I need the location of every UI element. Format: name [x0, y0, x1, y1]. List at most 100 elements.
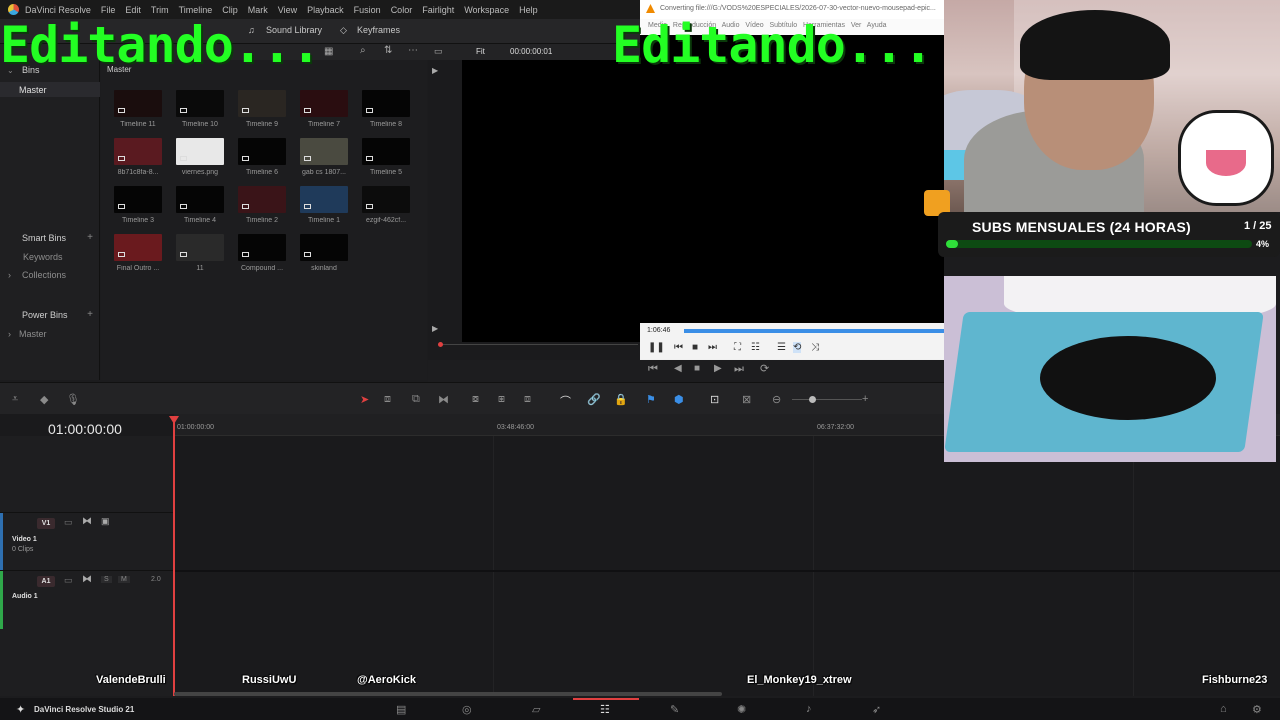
clip-thumbnail[interactable]	[238, 186, 286, 213]
menu-view[interactable]: View	[278, 5, 297, 15]
media-pool-clip[interactable]: Timeline 9	[230, 90, 294, 128]
media-pool-clip[interactable]: Timeline 4	[168, 186, 232, 224]
pause-icon[interactable]: ❚❚	[648, 342, 665, 353]
clip-thumbnail[interactable]	[176, 186, 224, 213]
trim-tool-icon[interactable]: ⧈	[384, 393, 391, 406]
zoom-fit-icon[interactable]: ⊡	[710, 393, 719, 406]
menu-file[interactable]: File	[101, 5, 116, 15]
keyframes-icon[interactable]: ◇	[340, 25, 347, 36]
vlc-seek-bar[interactable]	[684, 329, 944, 333]
clip-thumbnail[interactable]	[114, 138, 162, 165]
marker-icon[interactable]: ⬢	[674, 393, 684, 406]
v1-badge[interactable]: V1	[37, 518, 55, 529]
media-pool-clip[interactable]: gab cs 1807...	[292, 138, 356, 176]
lock-icon[interactable]: ▭	[64, 575, 73, 586]
stop-icon[interactable]: ■	[692, 342, 698, 353]
menu-trim[interactable]: Trim	[151, 5, 169, 15]
clip-thumbnail[interactable]	[300, 234, 348, 261]
snapping-icon[interactable]: ⌒	[560, 393, 571, 409]
collapse-icon[interactable]: ▶	[432, 66, 438, 75]
clip-thumbnail[interactable]	[114, 90, 162, 117]
clip-thumbnail[interactable]	[362, 138, 410, 165]
zoom-slider-handle[interactable]	[809, 396, 816, 403]
menu-workspace[interactable]: Workspace	[464, 5, 509, 15]
cut-tab-icon[interactable]: ▱	[532, 703, 540, 716]
menu-playback[interactable]: Playback	[307, 5, 344, 15]
menu-edit[interactable]: Edit	[125, 5, 141, 15]
add-smart-bin-icon[interactable]: +	[87, 232, 93, 243]
grid-view-icon[interactable]: ▦	[324, 46, 333, 57]
clip-thumbnail[interactable]	[362, 186, 410, 213]
microphone-icon[interactable]: 🎙	[66, 393, 80, 406]
zoom-out-icon[interactable]: ⊖	[772, 393, 781, 406]
menu-help[interactable]: Help	[519, 5, 538, 15]
clip-thumbnail[interactable]	[300, 90, 348, 117]
playhead[interactable]	[173, 418, 175, 696]
deliver-page-icon[interactable]: ➶	[872, 703, 881, 716]
playlist-icon[interactable]: ☰	[777, 342, 786, 353]
loop-icon[interactable]: ⟳	[760, 362, 769, 375]
menu-color[interactable]: Color	[391, 5, 413, 15]
media-pool-clip[interactable]: Timeline 11	[106, 90, 170, 128]
clip-thumbnail[interactable]	[362, 90, 410, 117]
media-pool-clip[interactable]: Timeline 8	[354, 90, 418, 128]
next-icon[interactable]: ⏭	[708, 342, 717, 353]
replace-clip-icon[interactable]: ⧈	[524, 393, 531, 406]
bin-collections[interactable]: Collections	[22, 270, 66, 280]
fullscreen-icon[interactable]: ⛶	[734, 342, 741, 353]
menu-clip[interactable]: Clip	[222, 5, 238, 15]
clip-thumbnail[interactable]	[176, 138, 224, 165]
menu-mark[interactable]: Mark	[248, 5, 268, 15]
insert-clip-icon[interactable]: ⧇	[472, 393, 479, 406]
edit-page-icon[interactable]: ☷	[600, 703, 610, 716]
audio-meter-icon[interactable]: ◆	[40, 393, 48, 406]
overwrite-clip-icon[interactable]: ⧆	[498, 393, 505, 406]
clip-thumbnail[interactable]	[114, 186, 162, 213]
go-to-start-icon[interactable]: ⏮	[648, 363, 658, 376]
dynamic-trim-icon[interactable]: ⧉	[412, 393, 420, 406]
vlc-video-area[interactable]	[640, 35, 944, 323]
media-pool-clip[interactable]: 8b71c8fa-8...	[106, 138, 170, 176]
menu-fairlight[interactable]: Fairlight	[422, 5, 454, 15]
auto-select-icon[interactable]: ⧓	[82, 574, 92, 585]
go-to-end-icon[interactable]: ⏭	[734, 363, 744, 376]
play-reverse-icon[interactable]: ◀	[674, 363, 682, 374]
clip-thumbnail[interactable]	[176, 234, 224, 261]
clip-thumbnail[interactable]	[238, 234, 286, 261]
stop-icon[interactable]: ■	[694, 363, 700, 374]
viewer-scrubber[interactable]	[438, 344, 638, 345]
media-pool-clip[interactable]: Timeline 10	[168, 90, 232, 128]
sort-icon[interactable]: ⇅	[384, 45, 392, 56]
select-tool-icon[interactable]: ➤	[360, 393, 369, 406]
scrubber-handle[interactable]	[438, 342, 443, 347]
solo-button[interactable]: S	[101, 576, 112, 583]
audio-track-header[interactable]: A1 ▭ ⧓ S M 2.0 Audio 1	[0, 570, 174, 629]
power-bin-master[interactable]: Master	[19, 329, 47, 339]
video-track-header[interactable]: V1 ▭ ⧓ ▣ Video 1 0 Clips	[0, 512, 174, 571]
collapse-icon[interactable]: ▶	[432, 324, 438, 333]
cut-page-icon[interactable]: ◎	[462, 703, 472, 716]
media-pool-clip[interactable]: Timeline 5	[354, 138, 418, 176]
fairlight-page-icon[interactable]: ♪	[806, 703, 812, 715]
media-pool-clip[interactable]: viernes.png	[168, 138, 232, 176]
zoom-slider[interactable]	[792, 399, 862, 400]
home-icon[interactable]: ⌂	[1220, 703, 1227, 715]
mute-button[interactable]: M	[118, 576, 130, 583]
clip-thumbnail[interactable]	[238, 138, 286, 165]
media-page-icon[interactable]: ▤	[396, 703, 406, 716]
blade-tool-icon[interactable]: ⧓	[438, 393, 449, 406]
keyframes-tab[interactable]: Keyframes	[357, 25, 400, 35]
menu-fusion[interactable]: Fusion	[354, 5, 381, 15]
chevron-right-icon[interactable]: ›	[8, 329, 11, 339]
media-pool-clip[interactable]: 11	[168, 234, 232, 272]
timeline-scrollbar[interactable]	[174, 692, 722, 696]
media-pool-clip[interactable]: ezgif-462cf...	[354, 186, 418, 224]
media-pool-clip[interactable]: Timeline 3	[106, 186, 170, 224]
flag-icon[interactable]: ⚑	[646, 393, 656, 406]
clip-thumbnail[interactable]	[114, 234, 162, 261]
zoom-in-icon[interactable]: +	[862, 393, 868, 405]
media-pool-clip[interactable]: Timeline 2	[230, 186, 294, 224]
add-power-bin-icon[interactable]: +	[87, 309, 93, 320]
auto-select-icon[interactable]: ⧓	[82, 516, 92, 527]
media-pool-clip[interactable]: Compound ...	[230, 234, 294, 272]
